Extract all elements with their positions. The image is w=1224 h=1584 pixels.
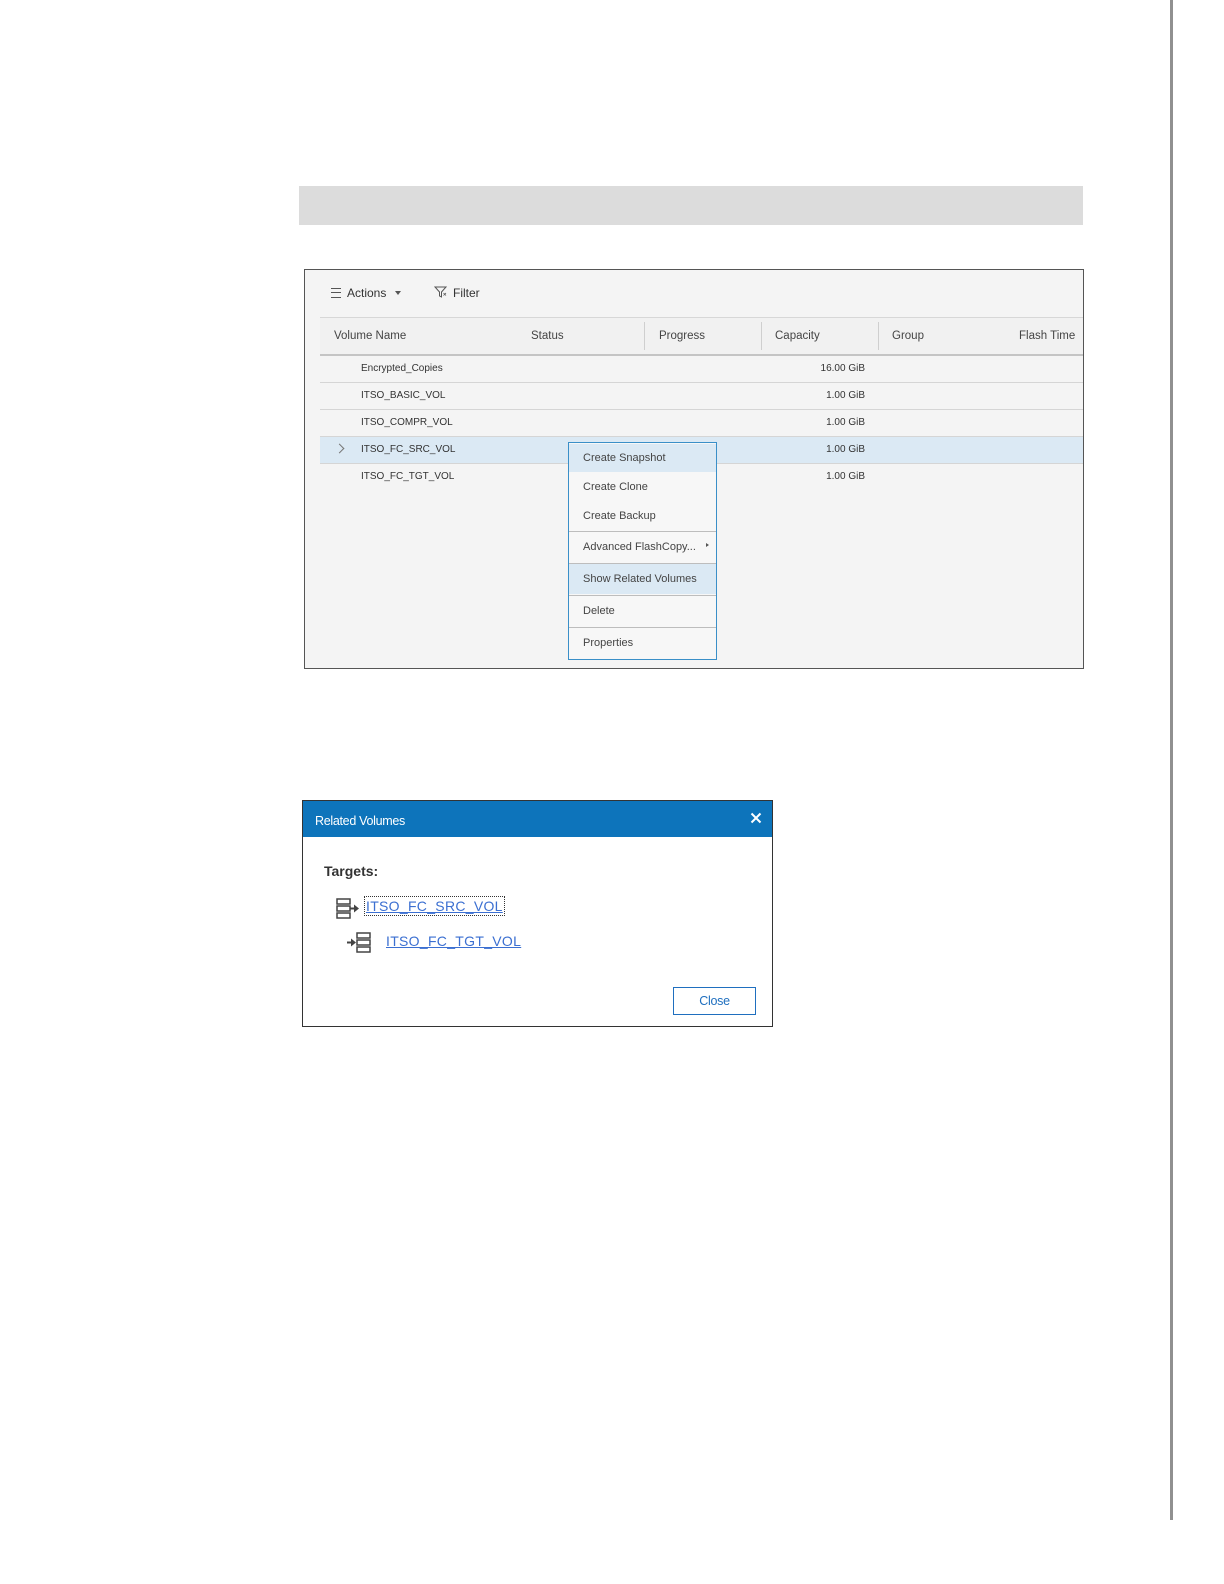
column-divider[interactable] (878, 322, 879, 350)
column-divider[interactable] (761, 322, 762, 350)
dialog-header: Related Volumes (303, 801, 772, 837)
capacity-cell: 1.00 GiB (826, 471, 865, 482)
context-menu: Create Snapshot Create Clone Create Back… (568, 442, 717, 660)
volume-name-cell: Encrypted_Copies (361, 363, 443, 374)
capacity-cell: 16.00 GiB (820, 363, 865, 374)
column-divider[interactable] (644, 322, 645, 350)
column-capacity[interactable]: Capacity (775, 318, 820, 354)
column-flash-time[interactable]: Flash Time (1019, 318, 1075, 354)
target-volume-link[interactable]: ITSO_FC_TGT_VOL (386, 933, 521, 949)
close-icon[interactable] (748, 810, 764, 826)
targets-label: Targets: (324, 863, 379, 879)
caret-down-icon (395, 291, 402, 295)
dialog-title: Related Volumes (315, 814, 406, 828)
column-progress[interactable]: Progress (659, 318, 705, 354)
source-volume-link[interactable]: ITSO_FC_SRC_VOL (364, 896, 505, 916)
target-volume-icon (346, 930, 372, 956)
page-edge-line (1170, 0, 1173, 1520)
menu-item-create-backup[interactable]: Create Backup (569, 502, 716, 531)
close-button[interactable]: Close (673, 987, 756, 1015)
table-row[interactable]: Encrypted_Copies 16.00 GiB (320, 356, 1083, 383)
section-bar (299, 186, 1083, 225)
source-volume-icon (335, 896, 361, 922)
list-icon (331, 288, 341, 298)
submenu-arrow-icon (706, 543, 709, 547)
menu-item-create-clone[interactable]: Create Clone (569, 473, 716, 502)
column-status[interactable]: Status (531, 318, 564, 354)
toolbar: Actions Filter (305, 270, 1083, 316)
actions-label: Actions (347, 286, 387, 300)
actions-button[interactable]: Actions (331, 284, 402, 302)
table-header: Volume Name Status Progress Capacity Gro… (320, 317, 1083, 356)
related-volumes-dialog: Related Volumes Targets: ITSO_FC_SRC_VOL… (302, 800, 773, 1027)
menu-item-properties[interactable]: Properties (569, 628, 716, 658)
volume-name-cell: ITSO_BASIC_VOL (361, 390, 446, 401)
capacity-cell: 1.00 GiB (826, 444, 865, 455)
menu-item-advanced-flashcopy[interactable]: Advanced FlashCopy... (569, 532, 716, 563)
filter-label: Filter (453, 286, 480, 300)
column-group[interactable]: Group (892, 318, 924, 354)
menu-item-show-related-volumes[interactable]: Show Related Volumes (569, 564, 716, 594)
menu-item-label: Advanced FlashCopy... (583, 541, 696, 553)
menu-item-create-snapshot[interactable]: Create Snapshot (569, 444, 716, 472)
menu-item-delete[interactable]: Delete (569, 596, 716, 626)
volumes-panel: Actions Filter Volume Name Status Progre… (304, 269, 1084, 669)
table-row[interactable]: ITSO_COMPR_VOL 1.00 GiB (320, 410, 1083, 437)
filter-button[interactable]: Filter (433, 284, 480, 302)
capacity-cell: 1.00 GiB (826, 417, 865, 428)
table-row[interactable]: ITSO_BASIC_VOL 1.00 GiB (320, 383, 1083, 410)
volume-name-cell: ITSO_FC_TGT_VOL (361, 471, 455, 482)
filter-icon (433, 286, 448, 301)
column-volume-name[interactable]: Volume Name (334, 318, 406, 354)
chevron-right-icon[interactable] (334, 443, 345, 454)
capacity-cell: 1.00 GiB (826, 390, 865, 401)
volume-name-cell: ITSO_FC_SRC_VOL (361, 444, 456, 455)
volume-name-cell: ITSO_COMPR_VOL (361, 417, 453, 428)
